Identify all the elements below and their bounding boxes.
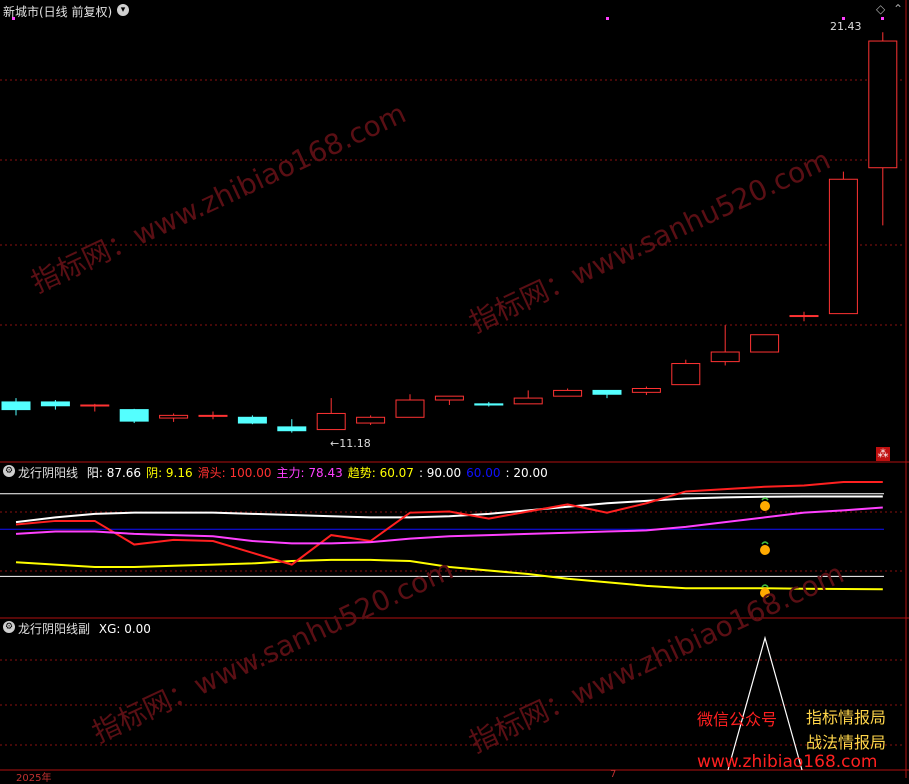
- stock-chart-window: 指标网：www.zhibiao168.com 指标网：www.sanhu520.…: [0, 0, 909, 784]
- signal-leaf-1: [761, 541, 769, 545]
- top-marker-3: [881, 17, 884, 20]
- account-1: 指标情报局: [806, 708, 887, 727]
- collapse-up-icon[interactable]: ⌃: [893, 2, 903, 16]
- candle-body-21: [828, 178, 858, 315]
- price-high-label: 21.43: [830, 20, 862, 33]
- candle-body-17: [671, 363, 701, 386]
- candle-body-3: [119, 409, 149, 422]
- candle-body-4: [159, 414, 189, 419]
- price-low-label: ←11.18: [330, 437, 371, 450]
- sub-indicator-settings-icon[interactable]: ⚙: [3, 621, 15, 633]
- indicator-value-6: 60.00: [466, 466, 501, 480]
- candle-body-16: [631, 387, 661, 393]
- candle-body-12: [474, 403, 504, 406]
- candle-body-9: [356, 416, 386, 424]
- indicator-header: 龙行阴阳线 阳: 87.66 阴: 9.16 滑头: 100.00 主力: 78.43…: [18, 464, 548, 481]
- sub-indicator-header: 龙行阴阳线副 XG: 0.00: [18, 620, 151, 637]
- indicator-value-1: 阴: 9.16: [146, 466, 193, 480]
- axis-month: 7: [610, 769, 617, 780]
- promo-site: www.zhibiao168.com: [697, 752, 878, 772]
- sub-indicator-value-0: XG: 0.00: [98, 622, 151, 636]
- candle-body-7: [277, 426, 307, 432]
- sub-indicator-values: XG: 0.00: [94, 622, 151, 636]
- candle-body-5: [198, 414, 228, 417]
- candle-body-6: [237, 416, 267, 424]
- indicator-value-4: 趋势: 60.07: [347, 466, 414, 480]
- signal-ball-1: [760, 545, 770, 555]
- top-marker-1: [606, 17, 609, 20]
- candle-body-15: [592, 389, 622, 395]
- candle-body-2: [80, 404, 110, 407]
- indicator-value-7: : 20.00: [505, 466, 548, 480]
- account-2: 战法情报局: [806, 733, 887, 752]
- indicator-value-0: 阳: 87.66: [86, 466, 142, 480]
- indicator-line-huatou: [15, 481, 883, 566]
- candle-body-10: [395, 399, 425, 418]
- main-panel-title: 新城市(日线 前复权): [3, 3, 112, 20]
- signal-leaf-0: [761, 497, 769, 501]
- sub-indicator-name: 龙行阴阳线副: [18, 622, 91, 636]
- signal-ball-0: [760, 501, 770, 511]
- xg-signal-line: [727, 635, 803, 771]
- chevron-down-icon[interactable]: ▾: [117, 4, 129, 16]
- stock-title: 新城市(日线 前复权): [3, 5, 113, 19]
- candle-body-11: [434, 395, 464, 401]
- candle-body-22: [868, 40, 898, 169]
- candle-body-1: [40, 401, 70, 407]
- candle-body-8: [316, 412, 346, 431]
- candle-body-0: [1, 401, 31, 411]
- axis-year: 2025年: [16, 773, 52, 784]
- diamond-icon[interactable]: ◇: [876, 2, 885, 16]
- candle-body-13: [513, 397, 543, 405]
- candle-body-19: [750, 334, 780, 353]
- candle-body-20: [789, 315, 819, 318]
- candle-body-18: [710, 351, 740, 363]
- chart-canvas: [0, 0, 909, 778]
- close-icon[interactable]: ⁂: [876, 447, 890, 461]
- indicator-settings-icon[interactable]: ⚙: [3, 465, 15, 477]
- indicator-name: 龙行阴阳线: [18, 466, 79, 480]
- wechat-label: 微信公众号: [697, 710, 778, 729]
- indicator-value-5: : 90.00: [418, 466, 462, 480]
- indicator-values: 阳: 87.66 阴: 9.16 滑头: 100.00 主力: 78.43 趋势: 60…: [82, 466, 548, 480]
- indicator-value-2: 滑头: 100.00: [197, 466, 272, 480]
- candle-body-14: [553, 389, 583, 397]
- indicator-value-3: 主力: 78.43: [276, 466, 343, 480]
